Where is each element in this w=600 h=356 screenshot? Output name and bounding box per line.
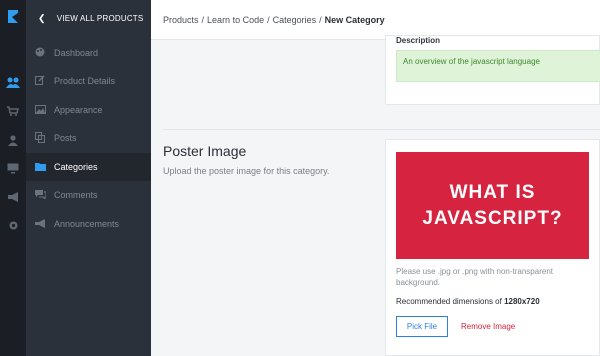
sidebar-item-label: Dashboard [54, 48, 99, 58]
sidebar-item-announcements[interactable]: Announcements [26, 210, 151, 238]
breadcrumb-separator: / [319, 14, 322, 25]
back-label: VIEW ALL PRODUCTS [56, 13, 144, 23]
cart-icon[interactable] [0, 101, 26, 121]
poster-section-title: Poster Image [163, 143, 247, 159]
breadcrumb: Products / Learn to Code / Categories / … [151, 0, 600, 40]
dimensions-value: 1280x720 [504, 297, 540, 306]
sidebar-item-label: Comments [54, 190, 98, 200]
sidebar-item-posts[interactable]: Posts [26, 124, 151, 152]
sidebar-item-product-details[interactable]: Product Details [26, 67, 151, 95]
remove-image-link[interactable]: Remove Image [461, 322, 515, 331]
sidebar-item-label: Categories [54, 162, 98, 172]
comments-icon [34, 189, 46, 201]
dimensions-prefix: Recommended dimensions of [396, 297, 505, 306]
user-icon[interactable] [0, 130, 26, 150]
breadcrumb-link[interactable]: Products [163, 15, 199, 25]
icon-rail [0, 0, 26, 356]
poster-hint: Please use .jpg or .png with non-transpa… [396, 267, 553, 287]
sidebar-item-comments[interactable]: Comments [26, 181, 151, 209]
breadcrumb-separator: / [201, 14, 205, 25]
description-label: Description [396, 36, 441, 45]
sidebar: ❮ VIEW ALL PRODUCTS Dashboard Product De… [26, 0, 151, 356]
edit-icon [34, 75, 46, 87]
pick-file-button[interactable]: Pick File [396, 316, 448, 337]
megaphone-icon[interactable] [0, 187, 26, 207]
poster-dimensions: Recommended dimensions of 1280x720 [396, 297, 540, 306]
breadcrumb-link[interactable]: Categories [273, 15, 317, 25]
image-icon [34, 104, 46, 116]
view-all-products-link[interactable]: ❮ VIEW ALL PRODUCTS [26, 0, 151, 36]
poster-image: WHAT IS JAVASCRIPT? [396, 152, 589, 259]
megaphone-icon [34, 218, 46, 230]
breadcrumb-link[interactable]: Learn to Code [207, 15, 264, 25]
section-divider [163, 129, 600, 130]
monitor-icon[interactable] [0, 158, 26, 178]
sidebar-item-categories[interactable]: Categories [26, 153, 151, 181]
sidebar-item-appearance[interactable]: Appearance [26, 96, 151, 124]
poster-image-line: JAVASCRIPT? [422, 207, 563, 229]
poster-image-line: WHAT IS [449, 181, 536, 203]
description-field[interactable]: An overview of the javascript language [396, 50, 600, 82]
sidebar-item-label: Appearance [54, 105, 103, 115]
poster-section-subtitle: Upload the poster image for this categor… [163, 166, 330, 176]
people-icon[interactable] [0, 72, 26, 92]
sidebar-item-label: Announcements [54, 219, 120, 229]
folder-icon [34, 162, 46, 173]
chevron-left-icon: ❮ [38, 12, 46, 23]
logo-icon[interactable] [0, 6, 26, 26]
poster-card: WHAT IS JAVASCRIPT? Please use .jpg or .… [385, 139, 600, 356]
gear-icon[interactable] [0, 215, 26, 235]
main-content: Description An overview of the javascrip… [151, 35, 600, 356]
breadcrumb-separator: / [267, 14, 270, 25]
palette-icon [34, 47, 46, 59]
description-card: Description An overview of the javascrip… [385, 35, 600, 105]
sidebar-item-label: Product Details [54, 76, 116, 86]
sidebar-item-dashboard[interactable]: Dashboard [26, 39, 151, 67]
copy-icon [34, 131, 46, 145]
breadcrumb-current: New Category [324, 14, 385, 25]
sidebar-item-label: Posts [54, 133, 77, 143]
